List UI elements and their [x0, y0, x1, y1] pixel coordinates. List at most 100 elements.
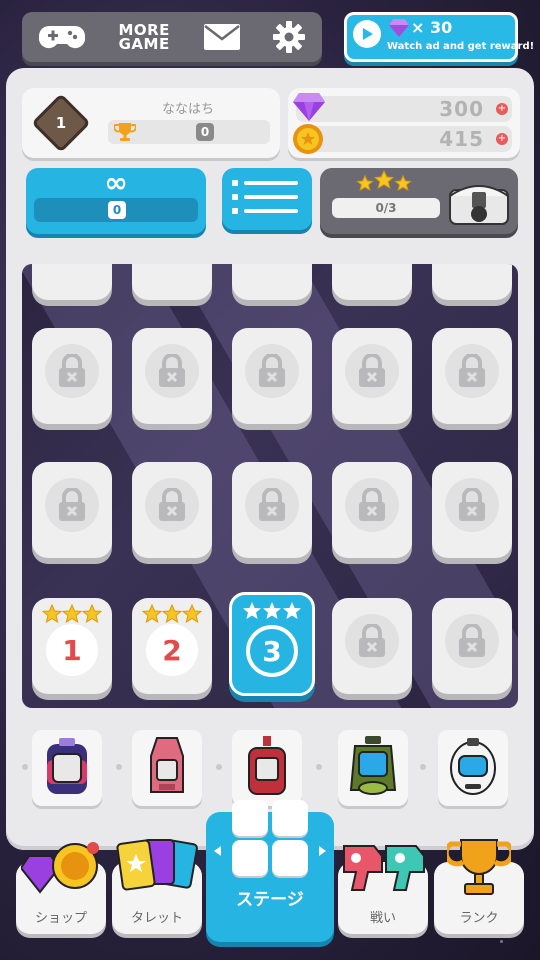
locked-stage-tile[interactable] — [332, 598, 412, 694]
mail-icon — [203, 24, 240, 50]
stage-stars-icon — [243, 602, 301, 619]
locked-stage-tile[interactable] — [32, 462, 112, 558]
background-star — [500, 940, 503, 943]
nav-rank[interactable]: ランク — [434, 839, 524, 934]
turret-slot-4[interactable] — [338, 730, 408, 806]
infinite-mode-button[interactable]: ∞ 0 — [26, 168, 206, 234]
stage-tile-partial — [232, 264, 312, 300]
watch-ad-reward-button[interactable]: × 30 Watch ad and get reward! — [344, 12, 534, 62]
treasure-chest-icon — [449, 185, 509, 225]
locked-stage-tile[interactable] — [432, 462, 512, 558]
reward-gem-count: × 30 — [411, 18, 453, 37]
shop-icon — [16, 836, 106, 906]
locked-stage-tile[interactable] — [332, 328, 412, 424]
turret-slot-1[interactable] — [32, 730, 102, 806]
player-card[interactable]: 1 ななはち 0 — [22, 88, 280, 158]
lock-icon — [345, 344, 399, 398]
lock-icon — [445, 344, 499, 398]
stage-tile-2[interactable]: 2 — [132, 598, 212, 694]
lock-icon — [45, 478, 99, 532]
arrow-right-icon — [319, 846, 326, 856]
coin-icon — [293, 124, 323, 154]
mail-button[interactable] — [203, 24, 240, 50]
more-game-label-2: GAME — [118, 35, 170, 53]
lock-icon — [45, 344, 99, 398]
stage-grid-icon — [230, 798, 310, 878]
list-icon — [232, 180, 298, 214]
stage-number: 2 — [146, 624, 198, 676]
play-icon — [353, 20, 381, 48]
nav-shop[interactable]: ショップ — [16, 842, 106, 934]
locked-stage-tile[interactable] — [132, 462, 212, 558]
coin-count: 415 — [439, 127, 484, 151]
gem-row: 300 + — [293, 93, 512, 122]
ray-gun-icon — [338, 836, 428, 896]
locked-stage-tile[interactable] — [132, 328, 212, 424]
green-turret-icon — [349, 736, 397, 795]
nav-turret-label: タレット — [130, 911, 183, 926]
stage-tile-partial — [332, 264, 412, 300]
stage-tile-1[interactable]: 1 — [32, 598, 112, 694]
nav-shop-label: ショップ — [34, 911, 87, 926]
infinite-progress-bar: 0 — [34, 198, 198, 222]
nav-stage-active[interactable]: ステージ — [206, 800, 334, 942]
lock-icon — [245, 344, 299, 398]
nav-turret[interactable]: タレット — [112, 839, 202, 934]
stage-number: 3 — [246, 625, 298, 677]
nav-stage-label: ステージ — [236, 890, 304, 910]
infinite-count: 0 — [108, 201, 126, 219]
stage-tile-partial — [432, 264, 512, 300]
red-turret-icon — [248, 736, 286, 795]
settings-button[interactable] — [273, 21, 306, 53]
turret-slot-3[interactable] — [232, 730, 302, 806]
add-coins-button[interactable]: + — [496, 133, 508, 145]
turret-slot-2[interactable] — [132, 730, 202, 806]
lock-icon — [345, 478, 399, 532]
purple-turret-icon — [47, 738, 87, 794]
nav-rank-label: ランク — [459, 911, 499, 926]
stage-tile-partial — [132, 264, 212, 300]
trophy-icon — [434, 836, 524, 898]
locked-stage-tile[interactable] — [432, 328, 512, 424]
reward-label: Watch ad and get reward! — [387, 41, 535, 52]
trophy-bar: 0 — [108, 120, 270, 144]
trophy-icon — [114, 123, 136, 141]
nav-battle[interactable]: 戦い — [338, 845, 428, 934]
star-chest-button[interactable]: 0/3 — [320, 168, 518, 234]
arrow-left-icon — [214, 846, 221, 856]
add-gems-button[interactable]: + — [496, 103, 508, 115]
more-game-button[interactable]: MORE GAME — [118, 23, 170, 53]
stage-tile-partial — [32, 264, 112, 300]
gamepad-button[interactable] — [38, 22, 85, 52]
stage-stars-icon — [42, 604, 102, 624]
nav-battle-label: 戦い — [369, 911, 396, 926]
locked-stage-tile[interactable] — [232, 328, 312, 424]
lock-icon — [445, 614, 499, 668]
divider-dot — [216, 764, 222, 770]
gem-count: 300 — [439, 97, 484, 121]
gem-icon — [293, 93, 325, 121]
infinity-icon: ∞ — [104, 166, 128, 199]
divider-dot — [22, 764, 28, 770]
locked-stage-tile[interactable] — [432, 598, 512, 694]
list-mode-button[interactable] — [222, 168, 312, 230]
stage-stars-icon — [142, 604, 202, 624]
cards-icon — [112, 836, 202, 896]
divider-dot — [316, 764, 322, 770]
locked-stage-tile[interactable] — [32, 328, 112, 424]
white-turret-icon — [450, 738, 496, 795]
stage-tile-3-current[interactable]: 3 — [229, 592, 315, 696]
turret-slot-5[interactable] — [438, 730, 508, 806]
locked-stage-tile[interactable] — [232, 462, 312, 558]
lock-icon — [245, 478, 299, 532]
divider-dot — [116, 764, 122, 770]
chest-progress: 0/3 — [332, 198, 440, 218]
lock-icon — [345, 614, 399, 668]
locked-stage-tile[interactable] — [332, 462, 412, 558]
three-stars-icon — [356, 170, 412, 192]
trophy-count: 0 — [196, 123, 214, 141]
player-rank: 1 — [55, 114, 67, 132]
player-name: ななはち — [161, 102, 214, 117]
gem-icon — [389, 19, 409, 37]
gamepad-icon — [38, 26, 85, 49]
